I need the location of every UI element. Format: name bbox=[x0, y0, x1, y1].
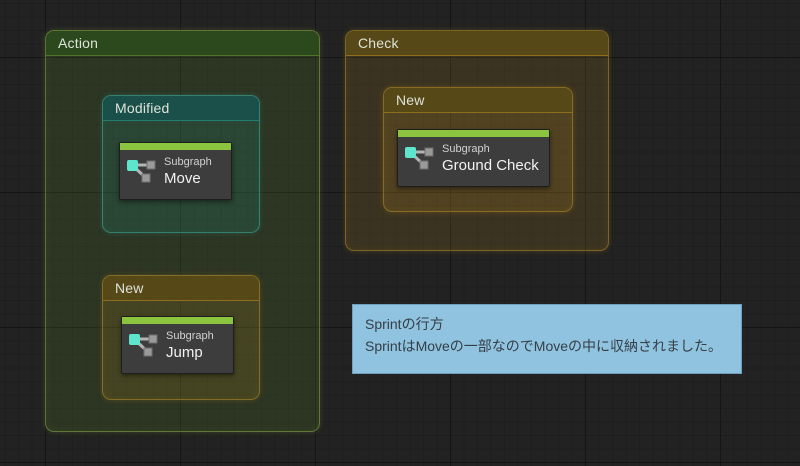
group-action-label: Action bbox=[58, 35, 99, 51]
group-check-header[interactable]: Check bbox=[346, 31, 608, 56]
node-title: Jump bbox=[166, 344, 203, 361]
node-title: Ground Check bbox=[442, 157, 539, 174]
group-check-label: Check bbox=[358, 35, 399, 51]
group-action-header[interactable]: Action bbox=[46, 31, 319, 56]
group-new-in-check-header[interactable]: New bbox=[384, 88, 572, 113]
node-subgraph-move[interactable]: Subgraph Move bbox=[119, 142, 232, 200]
node-subgraph-ground-check[interactable]: Subgraph Ground Check bbox=[397, 129, 550, 187]
group-new-in-action-header[interactable]: New bbox=[103, 276, 259, 301]
subgraph-icon bbox=[405, 145, 435, 176]
node-type-label: Subgraph bbox=[166, 330, 214, 342]
node-type-label: Subgraph bbox=[164, 156, 212, 168]
annotation-line-1: Sprintの行方 bbox=[365, 316, 444, 332]
node-title-bar bbox=[122, 317, 233, 324]
node-title-bar bbox=[398, 130, 549, 137]
group-modified-header[interactable]: Modified bbox=[103, 96, 259, 121]
annotation-line-2: SprintはMoveの一部なのでMoveの中に収納されました。 bbox=[365, 338, 723, 355]
subgraph-icon bbox=[129, 332, 159, 363]
subgraph-icon bbox=[127, 158, 157, 189]
group-new-in-action-label: New bbox=[115, 280, 144, 296]
node-title: Move bbox=[164, 170, 201, 187]
annotation-note: Sprintの行方 SprintはMoveの一部なのでMoveの中に収納されまし… bbox=[352, 304, 742, 374]
group-new-in-check-label: New bbox=[396, 92, 425, 108]
graph-editor[interactable]: { "groups": { "action": { "label": "Acti… bbox=[0, 0, 800, 466]
node-type-label: Subgraph bbox=[442, 143, 490, 155]
group-modified-label: Modified bbox=[115, 100, 170, 116]
node-title-bar bbox=[120, 143, 231, 150]
node-subgraph-jump[interactable]: Subgraph Jump bbox=[121, 316, 234, 374]
